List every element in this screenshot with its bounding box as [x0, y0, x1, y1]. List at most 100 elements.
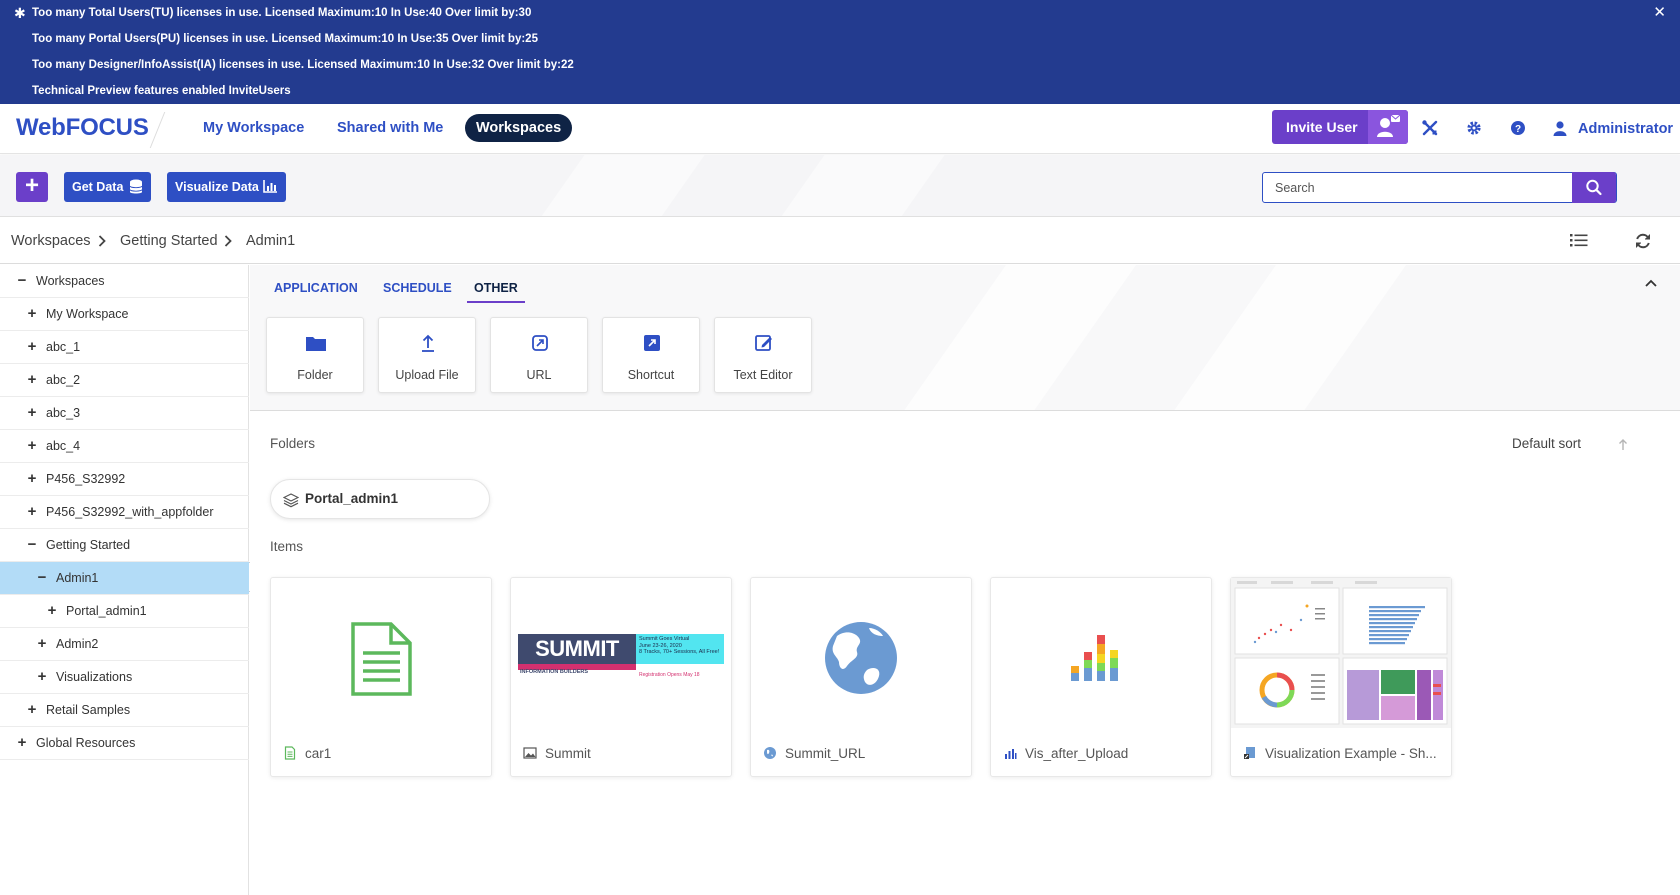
- item-card-summit-url[interactable]: Summit_URL: [750, 577, 972, 777]
- item-name: Vis_after_Upload: [1025, 746, 1129, 761]
- invite-user-label: Invite User: [1286, 119, 1358, 135]
- user-menu[interactable]: Administrator: [1578, 104, 1673, 154]
- refresh-icon[interactable]: [1634, 232, 1652, 250]
- svg-text:?: ?: [1515, 124, 1521, 135]
- banner-line-total-users: Too many Total Users(TU) licenses in use…: [32, 7, 532, 19]
- dashboard-preview-image: [1231, 578, 1451, 728]
- tree-item-retail-samples[interactable]: + Retail Samples: [0, 694, 249, 727]
- visualize-data-button[interactable]: Visualize Data: [167, 172, 286, 202]
- item-card-summit[interactable]: SUMMIT INFORMATION BUILDERS Summit Goes …: [510, 577, 732, 777]
- tree-item-workspaces[interactable]: − Workspaces: [0, 265, 249, 298]
- item-card-car1[interactable]: car1: [270, 577, 492, 777]
- tree-item-global-resources[interactable]: + Global Resources: [0, 727, 249, 760]
- app-header: WebFOCUS My Workspace Shared with Me Wor…: [0, 104, 1680, 154]
- brand-logo[interactable]: WebFOCUS: [16, 104, 149, 154]
- tree-item-label: Workspaces: [36, 274, 105, 288]
- globe-icon: [825, 622, 897, 694]
- invite-user-icon: [1368, 110, 1408, 144]
- collapse-icon[interactable]: −: [26, 529, 38, 561]
- expand-icon[interactable]: +: [36, 628, 48, 660]
- search-button[interactable]: [1572, 172, 1616, 203]
- item-card-visualization-example[interactable]: Visualization Example - Sh...: [1230, 577, 1452, 777]
- breadcrumb: Workspaces Getting Started Admin1: [0, 218, 1680, 264]
- create-shortcut-tile[interactable]: Shortcut: [602, 317, 700, 393]
- sort-dropdown[interactable]: Default sort: [1512, 436, 1581, 451]
- expand-icon[interactable]: +: [16, 727, 28, 759]
- decor-stripe: [1149, 265, 1421, 410]
- tab-workspaces[interactable]: Workspaces: [465, 114, 573, 142]
- dashboard-thumbnail: [1231, 578, 1451, 728]
- upload-file-tile[interactable]: Upload File: [378, 317, 476, 393]
- decor-stripe: [761, 155, 959, 216]
- tree-item-abc-1[interactable]: + abc_1: [0, 331, 249, 364]
- list-view-icon[interactable]: [1570, 232, 1588, 248]
- visualize-data-label: Visualize Data: [175, 180, 259, 194]
- workspace-tree: − Workspaces + My Workspace + abc_1 + abc_2 …: [0, 265, 249, 895]
- tree-item-visualizations[interactable]: + Visualizations: [0, 661, 249, 694]
- tree-item-my-workspace[interactable]: + My Workspace: [0, 298, 249, 331]
- tree-item-abc-3[interactable]: + abc_3: [0, 397, 249, 430]
- tree-item-p456-appfolder[interactable]: + P456_S32992_with_appfolder: [0, 496, 249, 529]
- tree-item-getting-started[interactable]: − Getting Started: [0, 529, 249, 562]
- get-data-label: Get Data: [72, 180, 124, 194]
- summit-banner-image: SUMMIT INFORMATION BUILDERS Summit Goes …: [518, 634, 724, 680]
- tree-item-label: Admin2: [56, 637, 99, 651]
- folder-card[interactable]: Portal_admin1: [270, 479, 490, 519]
- expand-icon[interactable]: +: [26, 430, 38, 462]
- tab-other[interactable]: OTHER: [467, 279, 525, 303]
- expand-icon[interactable]: +: [26, 496, 38, 528]
- tree-item-admin2[interactable]: + Admin2: [0, 628, 249, 661]
- expand-icon[interactable]: +: [26, 397, 38, 429]
- expand-icon[interactable]: +: [26, 298, 38, 330]
- help-icon[interactable]: ?: [1508, 118, 1528, 138]
- shortcut-small-icon: [1244, 747, 1255, 759]
- tree-item-portal-admin1[interactable]: + Portal_admin1: [0, 595, 249, 628]
- edit-icon: [755, 335, 772, 351]
- tools-icon[interactable]: [1420, 118, 1440, 138]
- tree-item-abc-4[interactable]: + abc_4: [0, 430, 249, 463]
- expand-icon[interactable]: +: [26, 364, 38, 396]
- collapse-icon[interactable]: −: [36, 562, 48, 594]
- chevron-up-icon[interactable]: [1644, 278, 1658, 288]
- close-banner-icon[interactable]: ✕: [1653, 0, 1666, 26]
- tile-label: Folder: [297, 368, 333, 382]
- summit-registration: Registration Opens May 18: [639, 672, 700, 678]
- create-url-tile[interactable]: URL: [490, 317, 588, 393]
- gear-icon[interactable]: [1464, 118, 1484, 138]
- invite-user-button[interactable]: Invite User: [1272, 110, 1408, 144]
- tab-schedule[interactable]: SCHEDULE: [383, 279, 452, 303]
- folder-icon: [306, 337, 326, 351]
- tree-item-p456[interactable]: + P456_S32992: [0, 463, 249, 496]
- breadcrumb-workspaces[interactable]: Workspaces: [11, 218, 91, 264]
- breadcrumb-getting-started[interactable]: Getting Started: [120, 218, 218, 264]
- tab-shared-with-me[interactable]: Shared with Me: [337, 114, 443, 142]
- tab-application[interactable]: APPLICATION: [274, 279, 358, 303]
- search-input[interactable]: [1263, 173, 1572, 202]
- expand-icon[interactable]: +: [26, 331, 38, 363]
- breadcrumb-admin1[interactable]: Admin1: [246, 218, 295, 264]
- action-toolbar: + Get Data Visualize Data: [0, 155, 1680, 217]
- folder-name: Portal_admin1: [305, 491, 399, 506]
- create-folder-tile[interactable]: Folder: [266, 317, 364, 393]
- collapse-icon[interactable]: −: [16, 265, 28, 297]
- upload-icon: [422, 334, 434, 352]
- sort-ascending-icon[interactable]: [1617, 438, 1629, 452]
- text-editor-tile[interactable]: Text Editor: [714, 317, 812, 393]
- expand-icon[interactable]: +: [26, 463, 38, 495]
- tree-item-abc-2[interactable]: + abc_2: [0, 364, 249, 397]
- tree-item-label: P456_S32992_with_appfolder: [46, 505, 214, 519]
- expand-icon[interactable]: +: [36, 661, 48, 693]
- tab-my-workspace[interactable]: My Workspace: [203, 114, 304, 142]
- expand-icon[interactable]: +: [46, 595, 58, 627]
- item-name: Summit: [545, 746, 591, 761]
- tree-item-admin1[interactable]: − Admin1: [0, 562, 249, 595]
- image-thumbnail: SUMMIT INFORMATION BUILDERS Summit Goes …: [511, 578, 731, 728]
- chart-small-icon: [1005, 749, 1017, 759]
- folders-heading: Folders: [270, 436, 316, 451]
- item-card-vis-after-upload[interactable]: Vis_after_Upload: [990, 577, 1212, 777]
- chart-thumbnail: [991, 578, 1211, 728]
- expand-icon[interactable]: +: [26, 694, 38, 726]
- link-icon: [532, 335, 548, 351]
- get-data-button[interactable]: Get Data: [64, 172, 151, 202]
- create-new-button[interactable]: +: [16, 172, 48, 202]
